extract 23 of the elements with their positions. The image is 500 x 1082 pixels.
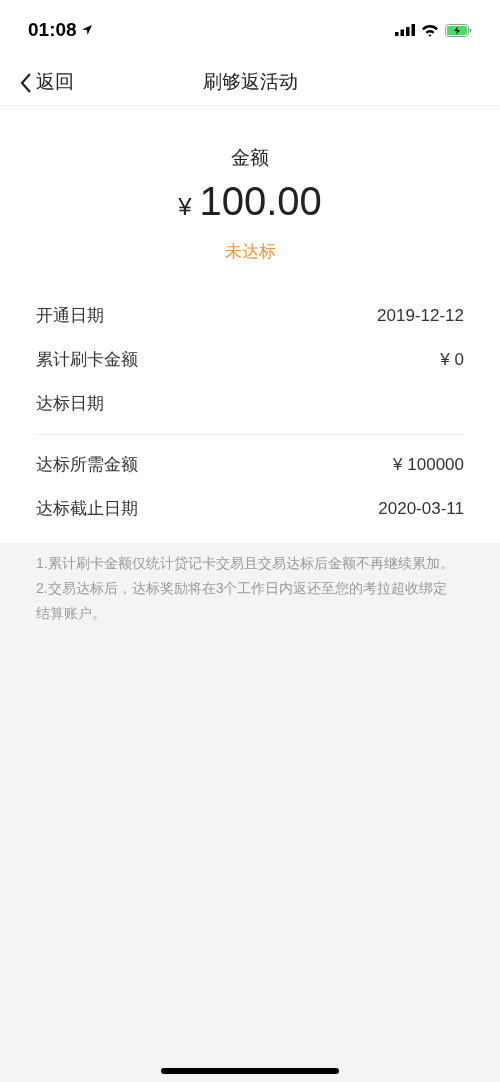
battery-icon (445, 23, 472, 37)
detail-label: 达标截止日期 (36, 498, 138, 521)
chevron-left-icon (20, 72, 32, 93)
detail-label: 累计刷卡金额 (36, 349, 138, 372)
detail-label: 达标日期 (36, 393, 104, 416)
status-time: 01:08 (28, 17, 77, 42)
detail-value: 2019-12-12 (377, 305, 464, 328)
location-icon (80, 24, 93, 36)
detail-value: 2020-03-11 (378, 498, 464, 521)
detail-label: 开通日期 (36, 305, 104, 328)
amount-label: 金额 (231, 146, 269, 170)
status-text: 未达标 (224, 240, 276, 263)
amount-value: 100.00 (199, 180, 322, 221)
detail-value: ¥ 0 (440, 349, 464, 372)
detail-value: ¥ 100000 (393, 454, 464, 477)
wifi-icon (421, 23, 439, 37)
detail-label: 达标所需金额 (36, 454, 138, 477)
note-text: 1.累计刷卡金额仅统计贷记卡交易且交易达标后金额不再继续累加。 (36, 554, 454, 573)
note-text: 2.交易达标后，达标奖励将在3个工作日内返还至您的考拉超收绑定结算账户。 (36, 579, 449, 623)
signal-icon (395, 24, 415, 36)
back-button[interactable]: 返回 (20, 68, 74, 97)
page-title: 刷够返活动 (202, 70, 298, 95)
currency-symbol: ¥ (178, 191, 192, 222)
